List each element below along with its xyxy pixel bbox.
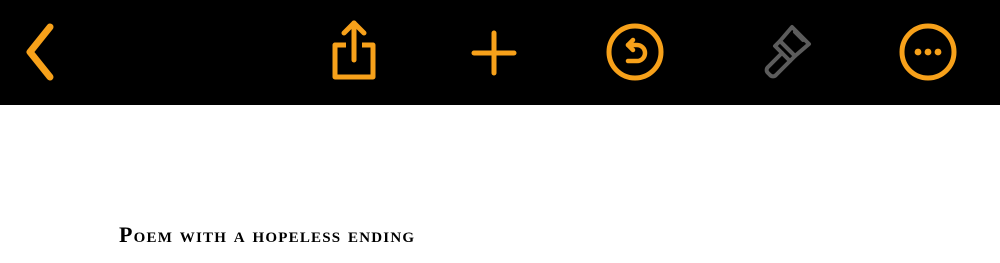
more-icon bbox=[899, 23, 957, 81]
back-button[interactable] bbox=[0, 14, 76, 90]
toolbar bbox=[0, 0, 1000, 105]
chevron-left-icon bbox=[26, 23, 54, 81]
plus-icon bbox=[471, 30, 517, 76]
undo-button[interactable] bbox=[597, 14, 673, 90]
add-button[interactable] bbox=[456, 14, 532, 90]
document-title[interactable]: Poem with a hopeless ending bbox=[119, 224, 415, 246]
share-icon bbox=[332, 20, 376, 80]
more-button[interactable] bbox=[890, 14, 966, 90]
undo-icon bbox=[606, 23, 664, 81]
share-button[interactable] bbox=[316, 14, 392, 90]
paintbrush-button[interactable] bbox=[745, 14, 821, 90]
document-page[interactable]: Poem with a hopeless ending bbox=[0, 105, 1000, 263]
paintbrush-icon bbox=[764, 25, 811, 79]
